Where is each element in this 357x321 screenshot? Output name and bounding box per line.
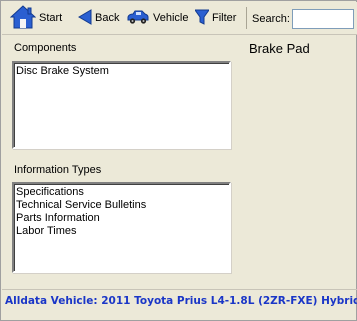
- list-item[interactable]: Specifications: [16, 186, 227, 199]
- components-label: Components: [14, 42, 77, 54]
- start-button[interactable]: Start: [9, 4, 63, 32]
- filter-button[interactable]: Filter: [194, 7, 237, 29]
- information-types-label: Information Types: [14, 164, 102, 176]
- information-types-listbox[interactable]: Specifications Technical Service Bulleti…: [12, 182, 231, 273]
- list-item[interactable]: Labor Times: [16, 225, 227, 238]
- components-listbox[interactable]: Disc Brake System: [12, 61, 231, 149]
- filter-label: Filter: [212, 12, 237, 24]
- back-arrow-icon: [78, 8, 92, 28]
- back-label: Back: [95, 12, 120, 24]
- vehicle-label: Vehicle: [153, 12, 189, 24]
- search-input[interactable]: [292, 9, 354, 29]
- toolbar-divider: [246, 7, 247, 29]
- vehicle-status: Alldata Vehicle: 2011 Toyota Prius L4-1.…: [5, 295, 357, 307]
- list-item[interactable]: Parts Information: [16, 212, 227, 225]
- car-icon: [126, 9, 150, 28]
- footer-divider: [2, 289, 357, 290]
- app-window: Start Back Vehicle Filter Search: Compon…: [0, 0, 357, 321]
- toolbar: Start Back Vehicle Filter Search:: [2, 2, 357, 35]
- vehicle-button[interactable]: Vehicle: [126, 7, 188, 29]
- funnel-icon: [194, 9, 210, 28]
- back-button[interactable]: Back: [78, 7, 119, 29]
- start-label: Start: [39, 12, 63, 24]
- home-icon: [9, 4, 37, 32]
- search-label: Search:: [252, 13, 290, 25]
- list-item[interactable]: Technical Service Bulletins: [16, 199, 227, 212]
- list-item[interactable]: Disc Brake System: [16, 65, 227, 78]
- detail-title: Brake Pad: [249, 41, 310, 56]
